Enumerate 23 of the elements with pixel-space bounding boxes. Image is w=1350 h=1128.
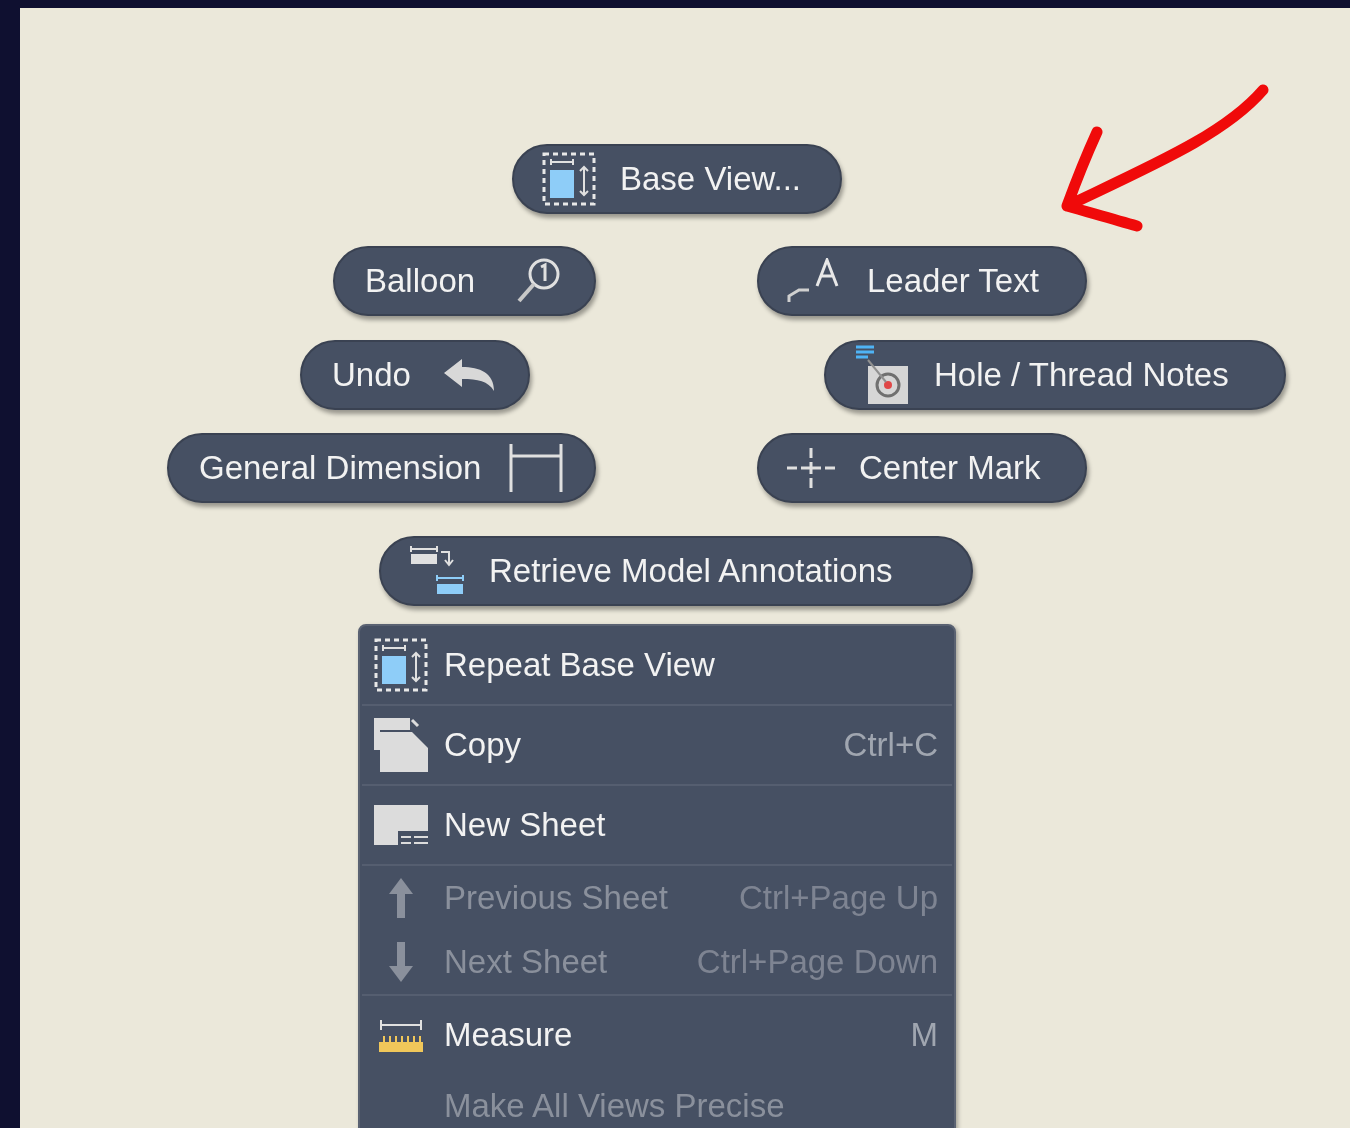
- center-mark-icon: [787, 448, 835, 488]
- marking-menu-button[interactable]: Retrieve Model Annotations: [379, 536, 973, 606]
- down-arrow-icon: [389, 942, 413, 982]
- marking-menu-button[interactable]: Leader Text: [757, 246, 1087, 316]
- marking-menu-button[interactable]: Hole / Thread Notes: [824, 340, 1286, 410]
- menu-item[interactable]: Measure M: [360, 996, 954, 1074]
- view-frame-icon: [542, 152, 596, 206]
- menu-item[interactable]: New Sheet: [360, 786, 954, 864]
- marking-menu-button[interactable]: Undo: [300, 340, 530, 410]
- dimension-icon: [508, 442, 564, 494]
- retrieve-annotations-icon: [409, 546, 465, 596]
- marking-menu-button[interactable]: Balloon: [333, 246, 596, 316]
- marking-menu-button[interactable]: General Dimension: [167, 433, 596, 503]
- menu-item[interactable]: Repeat Base View: [360, 626, 954, 704]
- sheet-icon: [374, 805, 428, 845]
- copy-icon: [374, 718, 428, 772]
- menu-item[interactable]: Copy Ctrl+C: [360, 706, 954, 784]
- hole-notes-icon: [854, 344, 910, 406]
- measure-icon: [379, 1018, 423, 1052]
- up-arrow-icon: [389, 878, 413, 918]
- view-frame-icon: [374, 638, 428, 692]
- marking-menu-button[interactable]: Center Mark: [757, 433, 1087, 503]
- marking-menu-button[interactable]: Base View...: [512, 144, 842, 214]
